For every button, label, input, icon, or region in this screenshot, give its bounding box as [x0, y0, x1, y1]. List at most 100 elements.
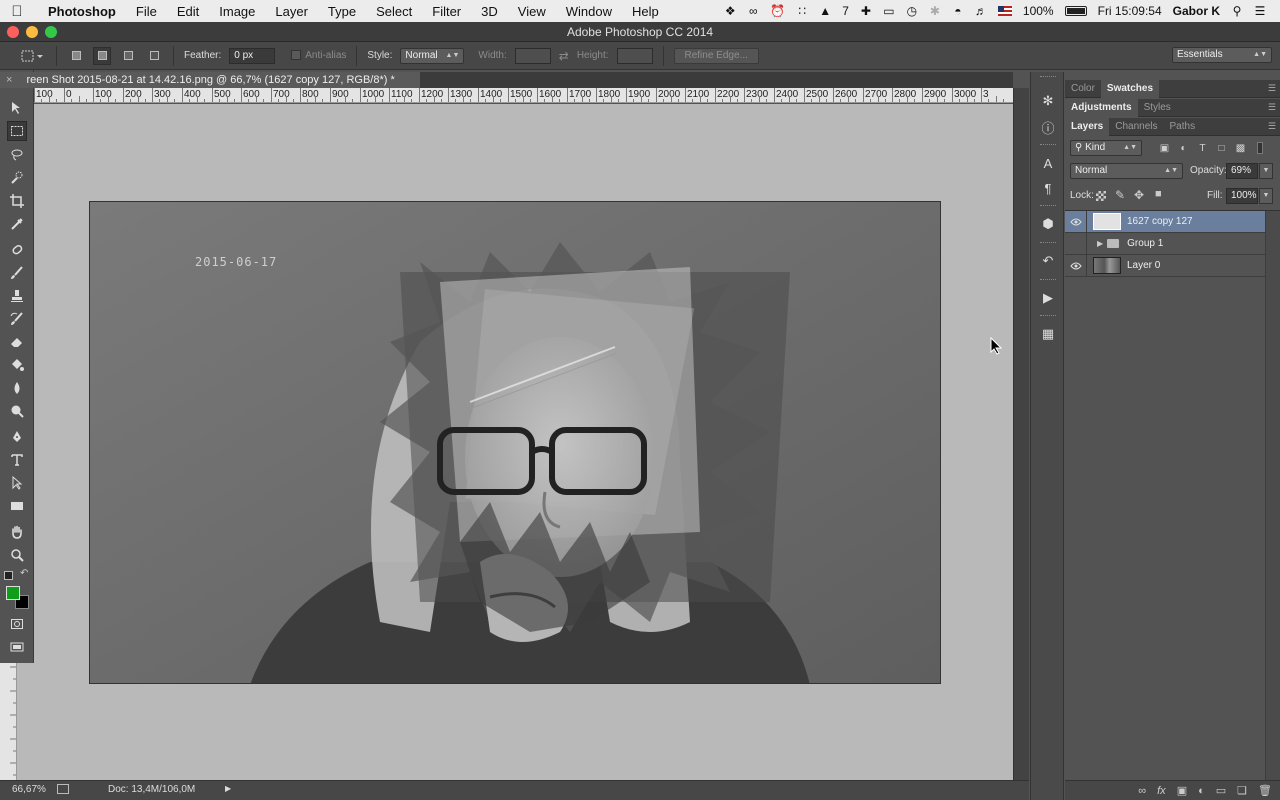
notifications-icon[interactable]: ▲: [819, 4, 831, 18]
actions-panel-icon[interactable]: ▶: [1039, 289, 1057, 307]
layer-visibility-toggle[interactable]: [1065, 232, 1087, 255]
clone-stamp-tool-icon[interactable]: [7, 286, 27, 306]
intersect-selection-icon[interactable]: [145, 47, 163, 65]
eraser-tool-icon[interactable]: [7, 332, 27, 352]
new-adjustment-layer-icon[interactable]: ◐: [1198, 785, 1205, 797]
paragraph-panel-icon[interactable]: ¶: [1039, 179, 1057, 197]
tab-styles[interactable]: Styles: [1138, 99, 1177, 117]
eyedropper-tool-icon[interactable]: [7, 214, 27, 234]
marquee-tool-preset-icon[interactable]: [18, 47, 46, 65]
spotlight-icon[interactable]: ⚲: [1231, 4, 1243, 18]
layer-style-fx-icon[interactable]: fx: [1157, 785, 1166, 797]
shape-layer-filter-icon[interactable]: □: [1215, 142, 1228, 155]
tab-layers[interactable]: Layers: [1065, 117, 1110, 136]
tab-channels[interactable]: Channels: [1109, 118, 1163, 136]
volume-icon[interactable]: ♬: [975, 4, 987, 18]
menu-filter[interactable]: Filter: [422, 4, 471, 19]
dropbox-icon[interactable]: ❖: [724, 4, 736, 18]
opacity-slider-toggle-icon[interactable]: ▼: [1259, 163, 1273, 179]
app-menu[interactable]: Photoshop: [34, 4, 126, 19]
layer-kind-filter-select[interactable]: ⚲ Kind ▲▼: [1070, 140, 1142, 156]
menubar-clock[interactable]: Fri 15:09:54: [1098, 4, 1162, 18]
pixel-layer-filter-icon[interactable]: ▣: [1158, 142, 1171, 155]
menu-file[interactable]: File: [126, 4, 167, 19]
zoom-tool-icon[interactable]: [7, 545, 27, 565]
move-tool-icon[interactable]: [7, 98, 27, 118]
new-layer-icon[interactable]: ❏: [1237, 784, 1247, 797]
character-panel-icon[interactable]: A: [1039, 154, 1057, 172]
lock-transparent-pixels-icon[interactable]: [1096, 191, 1106, 201]
document-canvas[interactable]: 2015-06-17: [89, 201, 941, 684]
panel-menu-icon[interactable]: ☰: [1268, 83, 1276, 94]
document-tab[interactable]: × reen Shot 2015-08-21 at 14.42.16.png @ …: [0, 72, 420, 88]
dock-grip[interactable]: [1040, 205, 1056, 207]
fill-input[interactable]: 100%: [1226, 188, 1258, 204]
swap-colors-icon[interactable]: ↶: [20, 568, 28, 579]
time-machine-icon[interactable]: ◷: [906, 4, 918, 18]
new-group-folder-icon[interactable]: ▭: [1216, 784, 1226, 797]
bluetooth-icon[interactable]: ✱: [929, 4, 941, 18]
close-document-icon[interactable]: ×: [6, 74, 12, 86]
dock-grip[interactable]: [1040, 279, 1056, 281]
style-select[interactable]: Normal ▲▼: [400, 47, 465, 64]
menu-window[interactable]: Window: [556, 4, 622, 19]
default-colors-icon[interactable]: [4, 571, 13, 580]
blur-tool-icon[interactable]: [7, 378, 27, 398]
history-panel-icon[interactable]: ↶: [1039, 252, 1057, 270]
feather-input[interactable]: 0 px: [229, 47, 276, 64]
menu-view[interactable]: View: [508, 4, 556, 19]
group-expand-chevron-icon[interactable]: ▶: [1097, 239, 1103, 248]
fill-slider-toggle-icon[interactable]: ▼: [1259, 188, 1273, 204]
menu-help[interactable]: Help: [622, 4, 669, 19]
pen-tool-icon[interactable]: [7, 427, 27, 447]
layers-scrollbar[interactable]: [1265, 211, 1280, 780]
export-icon[interactable]: [57, 784, 69, 794]
layer-name[interactable]: 1627 copy 127: [1127, 216, 1193, 227]
canvas-vertical-scrollbar[interactable]: [1013, 88, 1029, 780]
brush-tool-icon[interactable]: [7, 263, 27, 283]
alarm-icon[interactable]: ⏰: [770, 4, 785, 18]
type-layer-filter-icon[interactable]: T: [1196, 142, 1209, 155]
add-mask-icon[interactable]: ▣: [1177, 784, 1187, 797]
layer-visibility-eye-icon[interactable]: [1065, 254, 1087, 277]
apple-menu-icon[interactable]: : [0, 3, 34, 20]
panel-menu-icon[interactable]: ☰: [1268, 102, 1276, 113]
hand-tool-icon[interactable]: [7, 522, 27, 542]
screen-mode-icon[interactable]: [7, 637, 27, 657]
notification-center-icon[interactable]: ☰: [1254, 4, 1266, 18]
layer-row-layer-0[interactable]: Layer 0: [1065, 254, 1265, 277]
menubar-user[interactable]: Gabor K: [1173, 4, 1220, 18]
tab-adjustments[interactable]: Adjustments: [1065, 98, 1138, 117]
menu-select[interactable]: Select: [366, 4, 422, 19]
type-tool-icon[interactable]: [7, 450, 27, 470]
history-brush-tool-icon[interactable]: [7, 309, 27, 329]
filter-toggle-switch[interactable]: [1257, 142, 1263, 154]
height-input[interactable]: [616, 47, 653, 64]
new-selection-icon[interactable]: [67, 47, 85, 65]
link-layers-icon[interactable]: ∞: [1138, 785, 1146, 797]
menu-type[interactable]: Type: [318, 4, 366, 19]
glasses-icon[interactable]: ∞: [747, 4, 759, 18]
workspace-select[interactable]: Essentials ▲▼: [1172, 47, 1272, 63]
anti-alias-checkbox[interactable]: Anti-alias: [291, 50, 346, 61]
tab-color[interactable]: Color: [1065, 80, 1101, 98]
tab-swatches[interactable]: Swatches: [1100, 79, 1160, 98]
crop-tool-icon[interactable]: [7, 191, 27, 211]
dock-grip[interactable]: [1040, 76, 1056, 78]
layer-row-1627-copy-127[interactable]: 1627 copy 127: [1065, 210, 1265, 233]
lock-all-icon[interactable]: ■: [1155, 188, 1162, 200]
menu-image[interactable]: Image: [209, 4, 265, 19]
delete-layer-trash-icon[interactable]: 🗑︎: [1258, 784, 1272, 797]
vertical-ruler[interactable]: [0, 663, 17, 780]
add-to-selection-icon[interactable]: [93, 46, 111, 65]
tab-paths[interactable]: Paths: [1164, 118, 1202, 136]
refine-edge-button[interactable]: Refine Edge...: [673, 47, 759, 64]
swap-width-height-icon[interactable]: ⇄: [559, 49, 569, 63]
wifi-icon[interactable]: ◓: [952, 4, 964, 18]
menu-layer[interactable]: Layer: [265, 4, 318, 19]
layer-name[interactable]: Group 1: [1127, 238, 1163, 249]
horizontal-ruler[interactable]: 100 0 100 200 300 400 500 600 700 800 900 1000 1100 1…: [34, 88, 1013, 103]
airplay-icon[interactable]: ▭: [883, 4, 895, 18]
input-source-flag-icon[interactable]: [997, 6, 1012, 16]
status-menu-arrow-icon[interactable]: ▶: [225, 784, 231, 793]
